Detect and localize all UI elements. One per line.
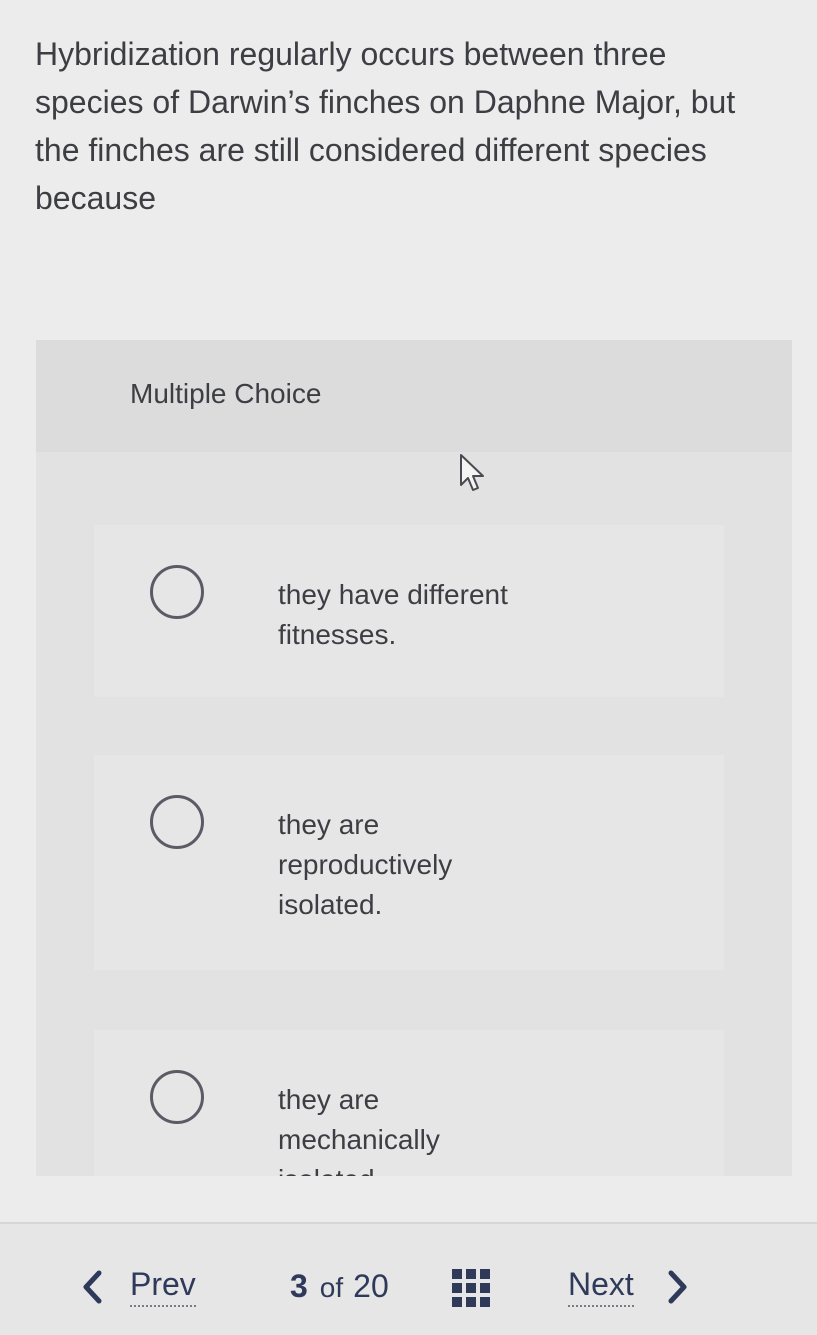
choice-option-3[interactable]: they are mechanically isolated. <box>94 1030 724 1176</box>
next-button[interactable]: Next <box>568 1266 692 1307</box>
choice-label-2[interactable]: they are reproductively isolated. <box>278 805 498 925</box>
chevron-left-icon <box>83 1270 102 1303</box>
question-text: Hybridization regularly occurs between t… <box>35 36 736 216</box>
radio-button-2[interactable] <box>150 795 204 849</box>
prev-button[interactable]: Prev <box>78 1266 196 1307</box>
current-page-number: 3 <box>290 1268 308 1304</box>
multiple-choice-panel: Multiple Choice they have different fitn… <box>36 340 792 1176</box>
page-of-label: of <box>319 1272 344 1303</box>
prev-label[interactable]: Prev <box>130 1266 196 1307</box>
multiple-choice-header: Multiple Choice <box>36 340 792 452</box>
question-navigation-bar: Prev 3 of 20 Next <box>0 1222 817 1335</box>
choice-label-3[interactable]: they are mechanically isolated. <box>278 1080 498 1176</box>
total-pages-number: 20 <box>353 1268 389 1304</box>
choice-option-2[interactable]: they are reproductively isolated. <box>94 755 724 970</box>
page-indicator: 3 of 20 <box>290 1268 389 1305</box>
radio-button-1[interactable] <box>150 565 204 619</box>
radio-button-3[interactable] <box>150 1070 204 1124</box>
multiple-choice-label: Multiple Choice <box>130 378 322 409</box>
choice-label-1[interactable]: they have different fitnesses. <box>278 575 558 655</box>
mouse-pointer-icon <box>460 454 484 491</box>
choice-option-1[interactable]: they have different fitnesses. <box>94 525 724 697</box>
chevron-right-icon <box>668 1270 687 1303</box>
question-grid-icon[interactable] <box>452 1269 490 1307</box>
next-label[interactable]: Next <box>568 1266 634 1307</box>
